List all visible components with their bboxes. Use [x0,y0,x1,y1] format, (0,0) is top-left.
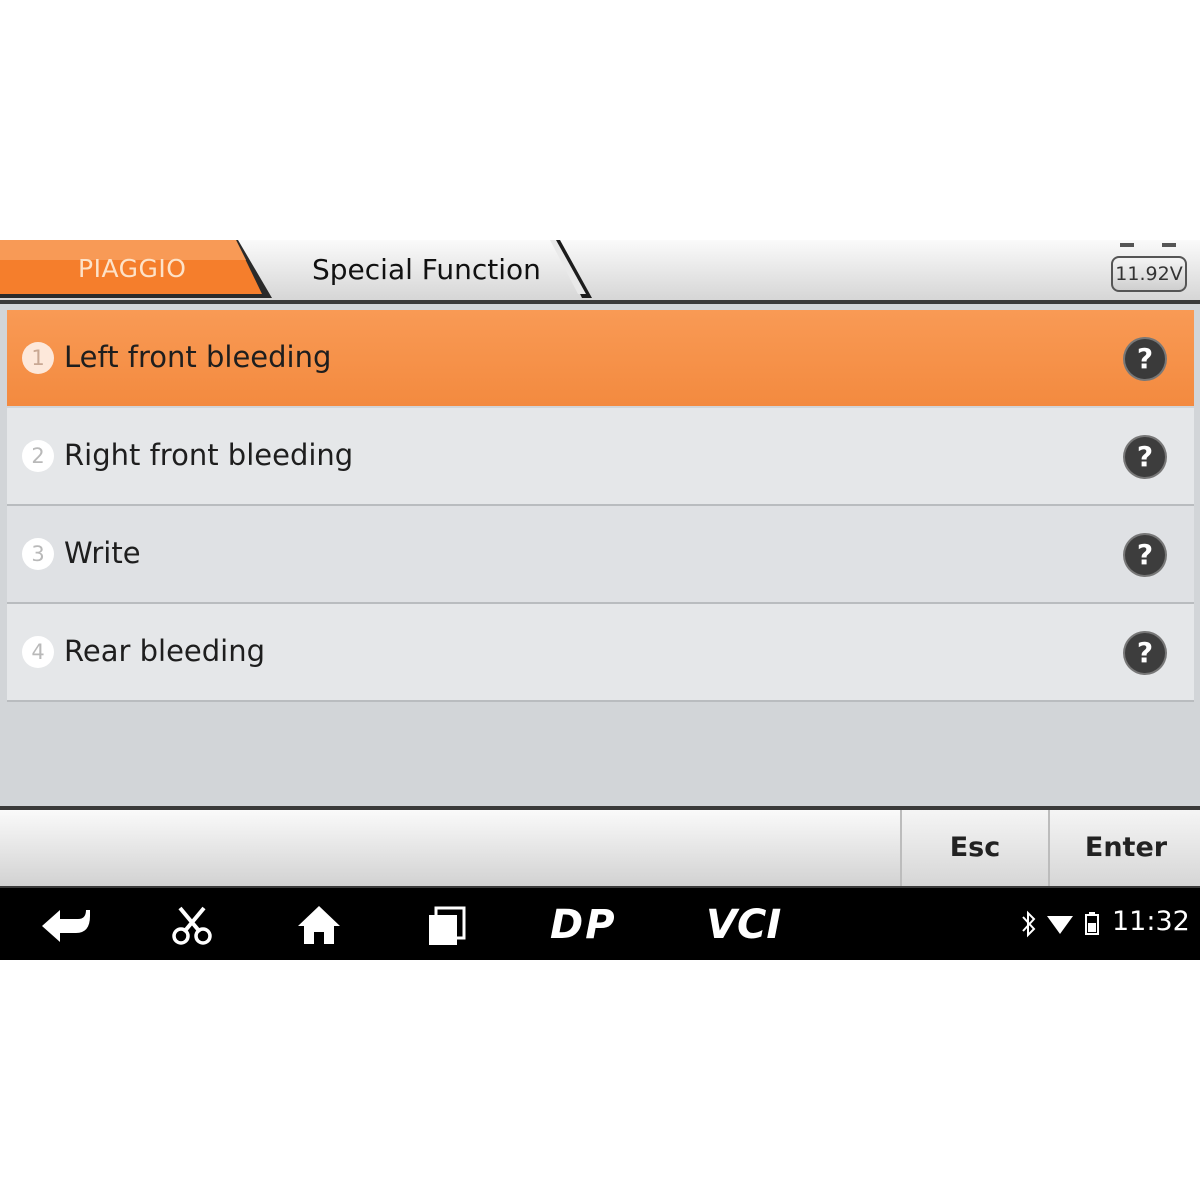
status-clock: 11:32 [1112,906,1190,937]
footer-bar: Esc Enter [0,810,1200,886]
list-item-rear-bleeding[interactable]: 4 Rear bleeding ? [7,604,1194,702]
scissors-icon[interactable] [170,888,214,960]
brand-label: PIAGGIO [78,254,187,283]
voltage-indicator: 11.92V [1111,256,1187,292]
breadcrumb-special-function[interactable]: Special Function [312,253,541,286]
brand-tab[interactable]: PIAGGIO [0,240,272,300]
question-mark-icon[interactable]: ? [1125,633,1165,673]
list-item-right-front-bleeding[interactable]: 2 Right front bleeding ? [7,408,1194,506]
vci-icon[interactable]: VCI [704,888,794,960]
item-number: 3 [22,538,54,570]
function-list: 1 Left front bleeding ? 2 Right front bl… [0,304,1200,806]
question-mark-icon[interactable]: ? [1125,437,1165,477]
brand-label-wrap: PIAGGIO [0,240,272,300]
recent-apps-icon[interactable] [426,888,468,960]
battery-terminals [1120,243,1176,247]
item-label: Write [64,536,141,570]
svg-text:DP: DP [550,902,617,948]
wifi-icon [1046,888,1074,960]
diagnostic-screen: PIAGGIO Special Function 11.92V 1 Left f… [0,240,1200,960]
svg-text:VCI: VCI [706,902,781,948]
enter-button[interactable]: Enter [1048,810,1200,886]
item-label: Right front bleeding [64,438,354,472]
item-label: Rear bleeding [64,634,266,668]
item-number: 2 [22,440,54,472]
list-item-left-front-bleeding[interactable]: 1 Left front bleeding ? [7,310,1194,406]
list-item-write[interactable]: 3 Write ? [7,506,1194,604]
back-icon[interactable] [38,888,92,960]
esc-button[interactable]: Esc [900,810,1048,886]
question-mark-icon[interactable]: ? [1125,339,1165,379]
item-number: 1 [22,342,54,374]
question-mark-icon[interactable]: ? [1125,535,1165,575]
item-number: 4 [22,636,54,668]
bluetooth-icon [1020,888,1038,960]
system-nav-bar: DP VCI 11:32 [0,888,1200,960]
header-bar: PIAGGIO Special Function 11.92V [0,240,1200,300]
home-icon[interactable] [296,888,342,960]
battery-icon [1084,888,1100,960]
dp-icon[interactable]: DP [548,888,628,960]
item-label: Left front bleeding [64,340,332,374]
breadcrumb-divider [550,240,592,298]
